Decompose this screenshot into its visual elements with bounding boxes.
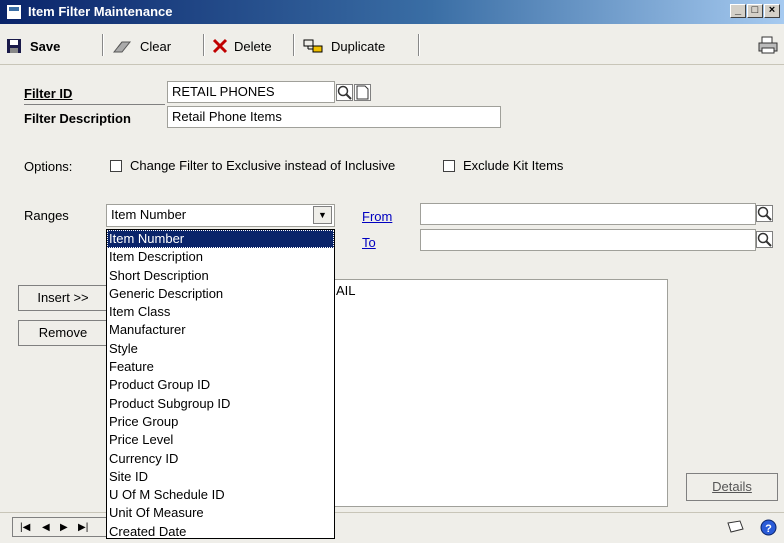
magnifier-icon <box>757 232 772 247</box>
from-input[interactable] <box>420 203 756 225</box>
filter-id-input[interactable]: RETAIL PHONES <box>167 81 335 103</box>
eraser-icon <box>112 41 132 53</box>
dropdown-option[interactable]: Product Group ID <box>107 376 334 394</box>
print-button[interactable] <box>758 36 778 57</box>
magnifier-icon <box>337 85 352 100</box>
next-record-icon[interactable]: ▶ <box>60 522 68 533</box>
duplicate-icon <box>303 39 323 53</box>
dropdown-option[interactable]: Price Group <box>107 413 334 431</box>
dropdown-option[interactable]: Created Date <box>107 523 334 538</box>
toolbar-separator <box>418 34 420 56</box>
to-link[interactable]: To <box>362 235 376 250</box>
label-underline <box>24 104 165 105</box>
dropdown-option[interactable]: Feature <box>107 358 334 376</box>
help-button[interactable]: ? <box>760 519 777 539</box>
toolbar: Save Clear Delete Duplicate <box>0 24 784 65</box>
title-bar: Item Filter Maintenance _ □ × <box>0 0 784 24</box>
dropdown-option[interactable]: Manufacturer <box>107 321 334 339</box>
delete-x-icon <box>212 38 228 54</box>
options-label: Options: <box>24 159 73 174</box>
exclude-kit-items-checkbox[interactable]: Exclude Kit Items <box>443 158 563 173</box>
dropdown-option[interactable]: Generic Description <box>107 285 334 303</box>
filter-id-lookup-button[interactable] <box>336 84 353 101</box>
restrictions-list[interactable]: AIL <box>330 279 668 507</box>
window-title: Item Filter Maintenance <box>28 4 173 19</box>
dropdown-option[interactable]: Style <box>107 340 334 358</box>
maximize-button[interactable]: □ <box>747 4 763 18</box>
dropdown-option[interactable]: Short Description <box>107 267 334 285</box>
note-icon <box>727 520 744 533</box>
filter-id-label: Filter ID <box>24 86 73 101</box>
svg-text:?: ? <box>765 523 772 535</box>
dropdown-option[interactable]: Site ID <box>107 468 334 486</box>
clear-button[interactable]: Clear <box>112 36 171 56</box>
remove-button[interactable]: Remove <box>18 320 108 346</box>
filter-id-note-button[interactable] <box>354 84 371 101</box>
to-input[interactable] <box>420 229 756 251</box>
help-icon: ? <box>760 519 777 536</box>
toolbar-separator <box>203 34 205 56</box>
filter-description-label: Filter Description <box>24 111 131 126</box>
from-link[interactable]: From <box>362 209 392 224</box>
close-button[interactable]: × <box>764 4 780 18</box>
minimize-button[interactable]: _ <box>730 4 746 18</box>
note-icon <box>356 85 369 100</box>
dropdown-option[interactable]: Item Class <box>107 303 334 321</box>
ranges-select[interactable]: Item Number <box>106 204 335 227</box>
checkbox-box <box>110 159 122 172</box>
dropdown-option[interactable]: U Of M Schedule ID <box>107 486 334 504</box>
insert-button[interactable]: Insert >> <box>18 285 108 311</box>
filter-description-input[interactable]: Retail Phone Items <box>167 106 501 128</box>
dropdown-option[interactable]: Product Subgroup ID <box>107 395 334 413</box>
save-icon <box>7 39 21 53</box>
magnifier-icon <box>757 206 772 221</box>
delete-button[interactable]: Delete <box>212 36 272 56</box>
to-lookup-button[interactable] <box>756 231 773 248</box>
first-record-icon[interactable]: |◀ <box>20 522 30 533</box>
ranges-selected-value: Item Number <box>111 207 187 222</box>
ranges-dropdown-arrow[interactable]: ▼ <box>313 206 332 224</box>
toolbar-separator <box>293 34 295 56</box>
previous-record-icon[interactable]: ◀ <box>42 522 50 533</box>
checkbox-box <box>443 159 455 172</box>
from-lookup-button[interactable] <box>756 205 773 222</box>
restriction-list-item[interactable]: AIL <box>331 280 667 298</box>
ranges-dropdown-list[interactable]: Item Number Item Description Short Descrip… <box>106 229 335 539</box>
dropdown-option[interactable]: Item Number <box>107 230 334 249</box>
details-button[interactable]: Details <box>686 473 778 501</box>
ranges-label: Ranges <box>24 208 69 223</box>
notes-button[interactable] <box>725 519 745 538</box>
duplicate-button[interactable]: Duplicate <box>303 36 385 56</box>
toolbar-separator <box>102 34 104 56</box>
save-button[interactable]: Save <box>6 36 60 56</box>
printer-icon <box>758 36 778 54</box>
app-icon <box>6 4 22 20</box>
dropdown-option[interactable]: Unit Of Measure <box>107 504 334 522</box>
dropdown-option[interactable]: Price Level <box>107 431 334 449</box>
exclusive-filter-checkbox[interactable]: Change Filter to Exclusive instead of In… <box>110 158 395 173</box>
dropdown-option[interactable]: Currency ID <box>107 450 334 468</box>
dropdown-option[interactable]: Item Description <box>107 248 334 266</box>
last-record-icon[interactable]: ▶| <box>78 522 88 533</box>
